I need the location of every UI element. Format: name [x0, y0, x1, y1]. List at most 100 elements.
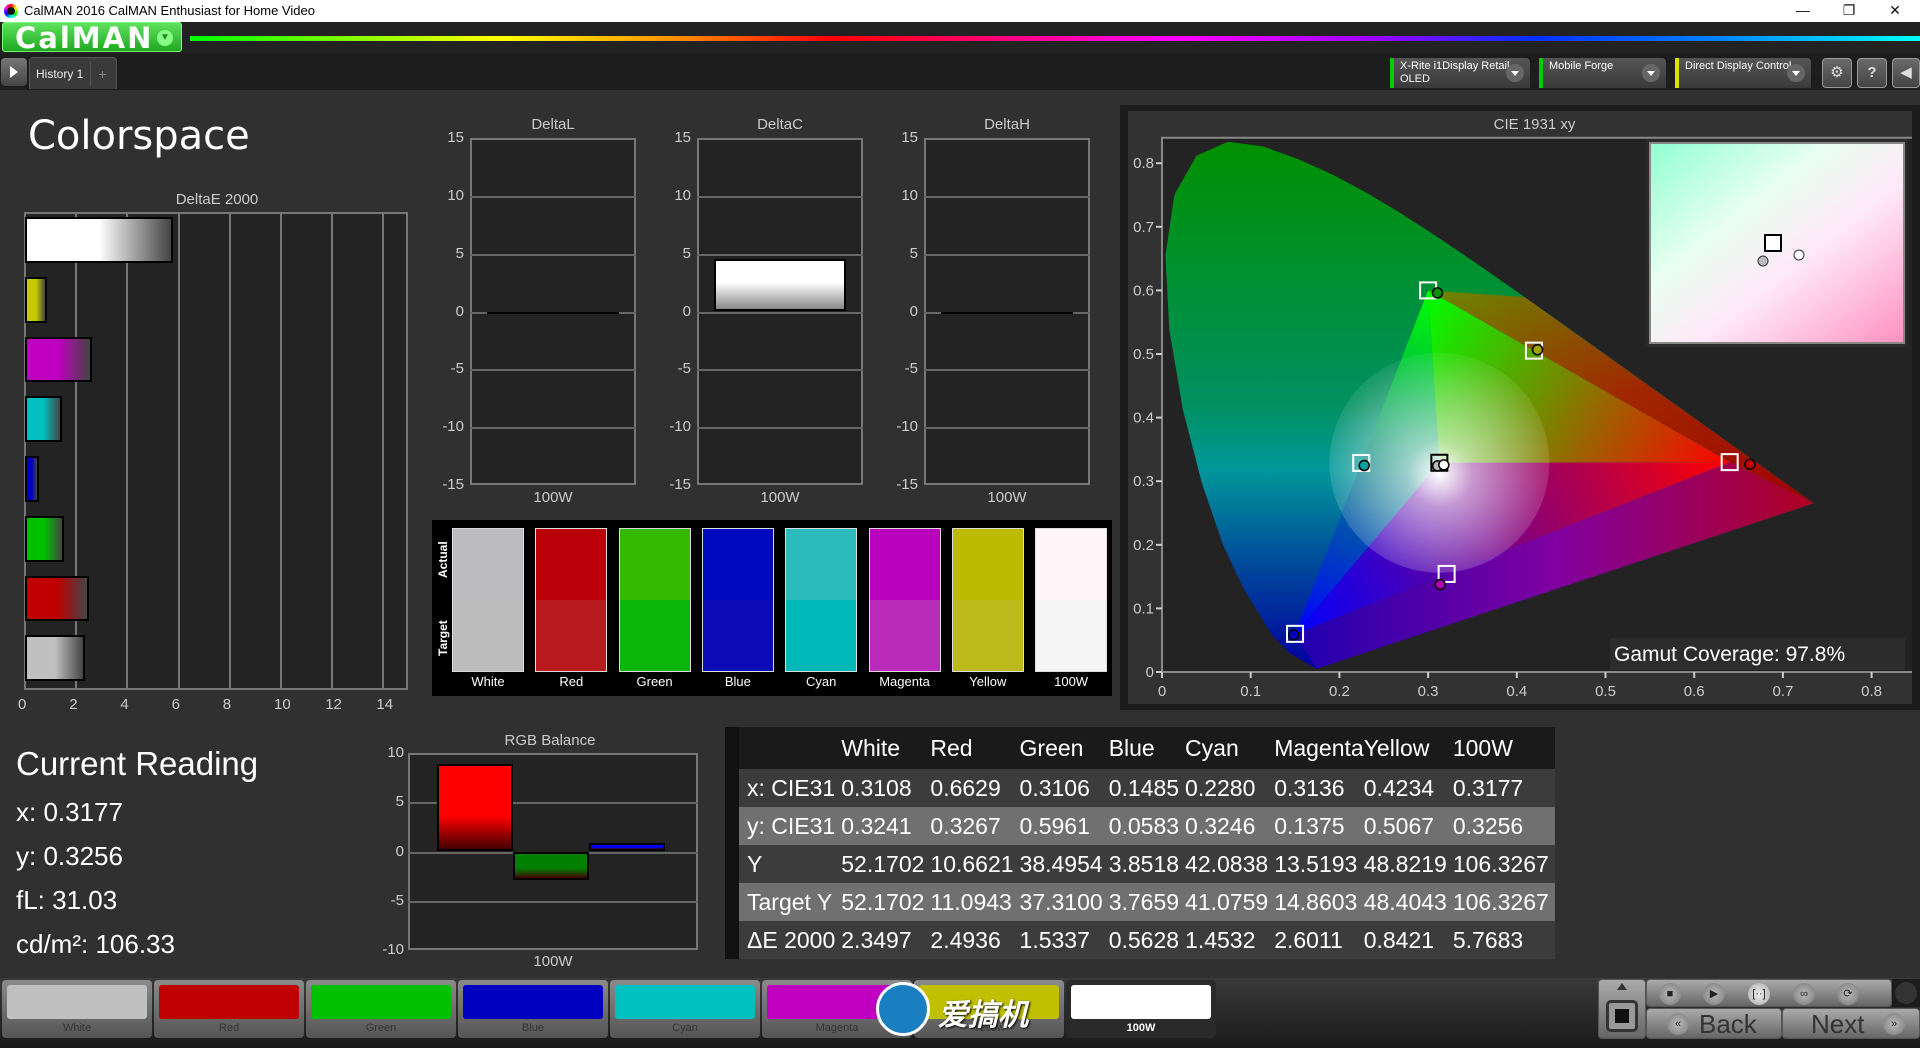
patch-blue[interactable]: Blue — [458, 980, 608, 1038]
column-header: Red — [930, 734, 973, 761]
y-tick-label: -5 — [904, 360, 918, 378]
row-label: Y — [747, 850, 763, 877]
close-button[interactable]: ✕ — [1872, 0, 1918, 22]
y-tick-label: 0.4 — [1133, 410, 1154, 427]
delta-bar — [714, 259, 846, 312]
table-cell: 106.3267 — [1452, 850, 1549, 877]
help-button[interactable]: ? — [1857, 58, 1887, 88]
column-header: White — [841, 734, 901, 761]
gridline — [924, 195, 1090, 198]
calman-menu-button[interactable]: CalMAN ▼ — [2, 21, 182, 55]
swatch-target — [536, 600, 607, 671]
tab-label: History 1 — [36, 67, 84, 81]
patch-color — [1071, 985, 1211, 1019]
double-chevron-left-icon: « — [1667, 1013, 1689, 1035]
y-tick-label: -15 — [669, 476, 691, 493]
inset-100w-point — [1793, 249, 1805, 261]
table-cell: 14.8603 — [1274, 888, 1358, 915]
add-tab-button[interactable]: + — [90, 62, 114, 86]
play-icon: ▶ — [1709, 988, 1719, 1000]
patch-100w[interactable]: 100W — [1066, 980, 1216, 1038]
swatch-100w — [1035, 528, 1108, 672]
gear-icon: ⚙ — [1830, 64, 1844, 81]
row-gutter — [725, 883, 739, 921]
table-cell: 0.8421 — [1363, 926, 1435, 953]
swatch-label: Green — [636, 674, 673, 689]
window-titlebar: CalMAN 2016 CalMAN Enthusiast for Home V… — [0, 0, 1920, 22]
table-cell: 0.3136 — [1274, 774, 1345, 801]
x-tick-label: 12 — [325, 696, 342, 713]
swatch-magenta — [868, 528, 941, 672]
patch-green[interactable]: Green — [306, 980, 456, 1038]
meter-dropdown[interactable]: X-Rite i1Display Retail OLED — [1390, 58, 1530, 88]
swatch-yellow — [951, 528, 1024, 672]
mascot-icon — [876, 982, 930, 1036]
chevron-up-icon[interactable] — [1617, 983, 1627, 990]
patch-color — [311, 985, 451, 1019]
y-tick-label: 0.6 — [1133, 282, 1154, 299]
swatch-label: Yellow — [969, 674, 1007, 689]
stop-big-button[interactable] — [1606, 1000, 1638, 1032]
table-header-row: White Red Green Blue Cyan Magenta Yellow 100W — [725, 727, 1555, 769]
measure-button[interactable]: [··] — [1748, 983, 1770, 1005]
pattern-source-dropdown[interactable]: Mobile Forge — [1539, 58, 1666, 88]
patch-cyan[interactable]: Cyan — [610, 980, 760, 1038]
gridline — [470, 427, 636, 430]
table-row: Target Y 52.1702 11.0943 37.3100 3.7659 41.07… — [725, 883, 1555, 921]
swatch-actual — [702, 529, 773, 600]
settings-button[interactable]: ⚙ — [1822, 58, 1852, 88]
x-tick-label: 10 — [274, 696, 291, 713]
patch-white[interactable]: White — [2, 980, 152, 1038]
row-gutter — [725, 921, 739, 959]
patch-red[interactable]: Red — [154, 980, 304, 1038]
table-cell: 0.3267 — [930, 812, 1001, 839]
inset-white-point — [1757, 255, 1769, 267]
stop-icon — [1615, 1009, 1629, 1023]
stop-icon: ■ — [1666, 988, 1674, 1000]
bracket-icon: [··] — [1752, 988, 1766, 1000]
patch-color — [463, 985, 603, 1019]
patch-label: Blue — [521, 1022, 545, 1034]
play-button[interactable]: ▶ — [1703, 983, 1725, 1005]
tab-history-1[interactable]: History 1 + — [29, 57, 117, 89]
x-tick-label: 4 — [120, 696, 129, 713]
continuous-button[interactable]: ∞ — [1793, 983, 1815, 1005]
gridline — [408, 900, 698, 903]
table-cell: 3.8518 — [1108, 850, 1180, 877]
swatch-label: White — [471, 674, 505, 689]
deltae-bar-cyan — [25, 396, 63, 442]
y-tick-label: 0 — [1146, 664, 1154, 681]
y-tick-label: 15 — [901, 129, 918, 146]
table-cell: 2.3497 — [841, 926, 912, 953]
play-tab-button[interactable] — [1, 58, 27, 86]
table-cell: 52.1702 — [841, 850, 925, 877]
back-button[interactable]: « Back — [1646, 1008, 1782, 1039]
column-header: Blue — [1108, 734, 1155, 761]
gridline — [924, 253, 1090, 256]
table-cell: 0.6629 — [930, 774, 1001, 801]
window-title: CalMAN 2016 CalMAN Enthusiast for Home V… — [24, 3, 315, 18]
measured-point-cyan — [1358, 459, 1370, 472]
next-button[interactable]: Next » — [1782, 1008, 1920, 1039]
stop-button[interactable]: ■ — [1659, 983, 1681, 1005]
gridline — [177, 212, 180, 690]
x-tick-label: 0 — [18, 696, 27, 713]
column-header: Yellow — [1363, 734, 1430, 761]
collapse-button[interactable]: ◀ — [1892, 58, 1920, 88]
gridline — [697, 369, 863, 372]
x-category-label: 100W — [760, 489, 800, 506]
y-tick-label: 0 — [455, 302, 464, 320]
delta-chart-title: DeltaL — [531, 116, 575, 133]
display-control-dropdown[interactable]: Direct Display Control — [1675, 58, 1811, 88]
restore-button[interactable]: ❐ — [1826, 0, 1872, 22]
table-row: x: CIE31 0.3108 0.6629 0.3106 0.1485 0.2280 0.… — [725, 769, 1555, 807]
deltae-bar-100w — [25, 217, 173, 263]
y-tick-label: -5 — [390, 891, 404, 909]
y-tick-label: -10 — [669, 418, 691, 436]
refresh-button[interactable]: ⟳ — [1837, 983, 1859, 1005]
minimize-button[interactable]: — — [1780, 0, 1826, 22]
gridline — [382, 212, 385, 690]
y-tick-label: 0 — [909, 302, 918, 320]
swatch-target — [952, 600, 1023, 671]
next-label: Next — [1811, 1009, 1865, 1039]
